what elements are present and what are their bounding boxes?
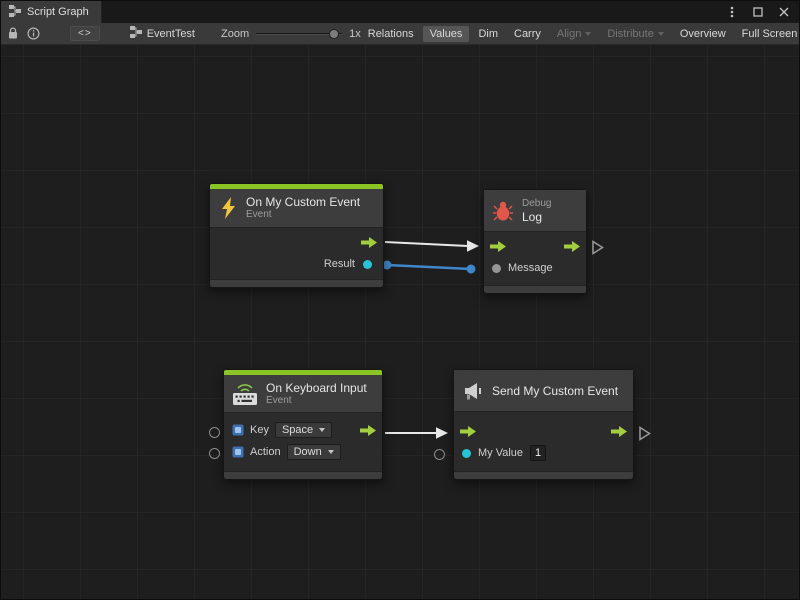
flow-input-port[interactable] (460, 426, 476, 437)
action-enum-icon (232, 446, 244, 458)
flow-output-port[interactable] (360, 425, 376, 436)
node-footer (210, 280, 383, 287)
node-debug-log[interactable]: Debug Log Message (483, 189, 587, 294)
chevron-down-icon (585, 32, 591, 36)
node-title: On Keyboard Input (266, 381, 367, 395)
chevron-down-icon (319, 428, 325, 432)
bug-icon (492, 200, 514, 222)
message-input-port[interactable] (492, 264, 501, 273)
node-footer (454, 472, 633, 479)
full-screen-button[interactable]: Full Screen (735, 26, 800, 42)
maximize-icon[interactable] (751, 5, 765, 19)
tab-label: Script Graph (27, 6, 89, 18)
node-footer (484, 286, 586, 293)
port-label-result: Result (324, 258, 355, 270)
values-button[interactable]: Values (423, 26, 470, 42)
flow-output-port[interactable] (361, 237, 377, 248)
distribute-dropdown[interactable]: Distribute (600, 26, 670, 42)
node-on-my-custom-event[interactable]: On My Custom Event Event Result (209, 183, 384, 288)
keycode-icon (232, 424, 244, 436)
zoom-slider-handle[interactable] (329, 29, 339, 39)
carry-button[interactable]: Carry (507, 26, 548, 42)
chevron-down-icon (658, 32, 664, 36)
connection-wires (1, 45, 800, 600)
send-event-icon (462, 380, 484, 402)
node-footer (224, 472, 382, 479)
wire-arrowhead (436, 427, 448, 439)
zoom-value: 1x (349, 28, 361, 40)
window-menu-icon[interactable] (725, 5, 739, 19)
node-title: Log (522, 210, 551, 224)
port-label-message: Message (508, 262, 553, 274)
script-graph-icon (9, 5, 21, 20)
relations-button[interactable]: Relations (361, 26, 421, 42)
info-icon[interactable] (27, 26, 40, 42)
graph-toolbar: <> EventTest Zoom 1x Relations Values Di… (1, 23, 799, 45)
graph-canvas[interactable]: On My Custom Event Event Result (1, 45, 800, 600)
node-on-keyboard-input[interactable]: On Keyboard Input Event Key Space (223, 369, 383, 480)
flow-continue-indicator[interactable] (591, 240, 604, 255)
script-graph-window: Script Graph <> EventTest (0, 0, 800, 600)
flow-output-port[interactable] (564, 241, 580, 252)
flow-input-port[interactable] (490, 241, 506, 252)
node-group-label: Debug (522, 198, 551, 210)
my-value-input-socket[interactable] (434, 449, 445, 460)
wire-flow-custom-event-to-log (385, 242, 468, 246)
key-input-socket[interactable] (209, 427, 220, 438)
my-value-field[interactable]: 1 (530, 445, 546, 461)
code-preview-button[interactable]: <> (70, 26, 100, 41)
graph-asset-icon (130, 26, 142, 41)
node-title: On My Custom Event (246, 195, 360, 209)
graph-asset-name: EventTest (147, 28, 195, 40)
my-value-input-port[interactable] (462, 449, 471, 458)
port-label-my-value: My Value (478, 447, 523, 459)
port-label-key: Key (250, 424, 269, 436)
zoom-label: Zoom (221, 28, 249, 40)
action-dropdown[interactable]: Down (287, 444, 341, 460)
node-title: Send My Custom Event (492, 384, 618, 398)
graph-asset-chip[interactable]: EventTest (130, 26, 195, 41)
dim-button[interactable]: Dim (471, 26, 505, 42)
key-dropdown[interactable]: Space (275, 422, 332, 438)
overview-button[interactable]: Overview (673, 26, 733, 42)
lock-icon[interactable] (7, 26, 19, 42)
tab-script-graph[interactable]: Script Graph (1, 1, 102, 23)
lightning-bolt-icon (218, 196, 238, 220)
result-output-port[interactable] (363, 260, 372, 269)
align-dropdown[interactable]: Align (550, 26, 598, 42)
chevron-down-icon (328, 450, 334, 454)
titlebar: Script Graph (1, 1, 799, 23)
node-send-my-custom-event[interactable]: Send My Custom Event My Value 1 (453, 369, 634, 480)
close-icon[interactable] (777, 5, 791, 19)
wire-value-result-to-message (387, 265, 471, 269)
flow-output-port[interactable] (611, 426, 627, 437)
wire-endpoint-dot (467, 265, 476, 274)
zoom-slider[interactable] (256, 28, 342, 40)
titlebar-drag-area[interactable] (102, 1, 725, 23)
wire-arrowhead (467, 240, 479, 252)
node-subtitle: Event (266, 395, 367, 407)
port-label-action: Action (250, 446, 281, 458)
node-subtitle: Event (246, 209, 360, 221)
action-input-socket[interactable] (209, 448, 220, 459)
keyboard-input-icon (232, 382, 258, 406)
flow-continue-indicator[interactable] (638, 426, 651, 441)
